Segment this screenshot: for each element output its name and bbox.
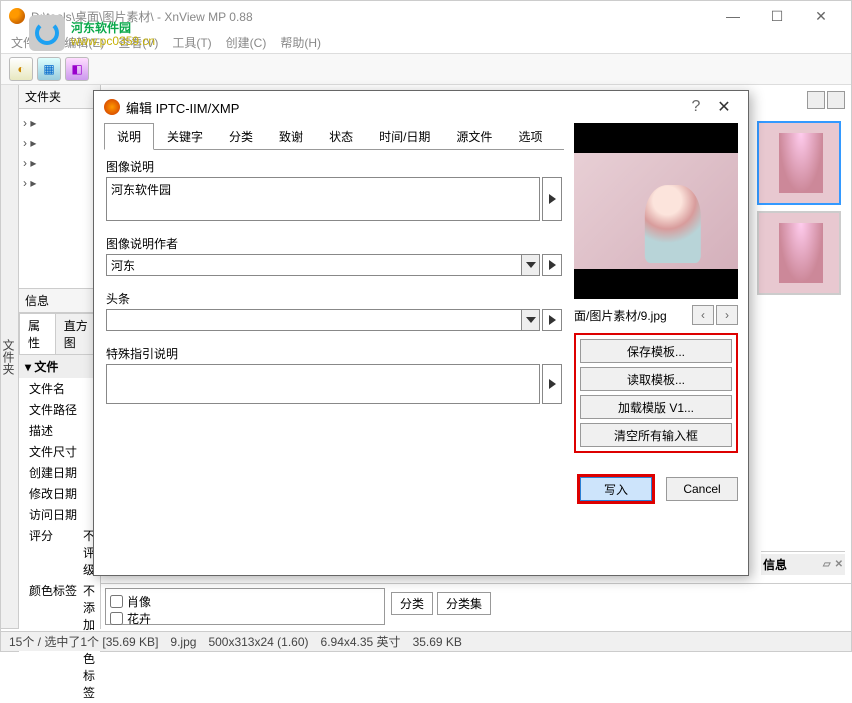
load-template-button[interactable]: 读取模板... xyxy=(580,367,732,391)
label-classify[interactable]: 分类 xyxy=(391,592,433,615)
status-filesize: 35.69 KB xyxy=(413,635,462,649)
iptc-dialog: 编辑 IPTC-IIM/XMP ? ✕ 说明 关键字 分类 致谢 状态 时间/日… xyxy=(93,90,749,576)
tab-categories[interactable]: 分类 xyxy=(216,123,266,150)
cancel-button[interactable]: Cancel xyxy=(666,477,738,501)
label-headline: 头条 xyxy=(106,288,562,309)
file-group-header[interactable]: ▾ 文件 xyxy=(19,355,100,378)
toolbar-icon-2[interactable]: ▦ xyxy=(37,57,61,81)
folders-label: 文件夹 xyxy=(25,88,61,105)
write-button[interactable]: 写入 xyxy=(580,477,652,501)
watermark-url: www.pc0359.cn xyxy=(71,34,155,48)
maximize-button[interactable]: ☐ xyxy=(755,2,799,30)
dock-out-icon[interactable]: ▱ xyxy=(823,559,831,570)
info-key-created: 创建日期 xyxy=(19,464,77,481)
menu-create[interactable]: 创建(C) xyxy=(226,34,267,51)
toolbar-icon-3[interactable]: ◧ xyxy=(65,57,89,81)
prev-image-button[interactable]: ‹ xyxy=(692,305,714,325)
status-dimensions: 500x313x24 (1.60) xyxy=(208,635,308,649)
label-image-caption: 图像说明 xyxy=(106,156,562,177)
close-button[interactable]: ✕ xyxy=(799,2,843,30)
tab-options[interactable]: 选项 xyxy=(505,123,555,150)
dialog-app-icon xyxy=(104,99,120,115)
info-key-filename: 文件名 xyxy=(19,380,77,397)
preview-path: 面/图片素材/9.jpg xyxy=(574,307,690,324)
info-key-accessed: 访问日期 xyxy=(19,506,77,523)
load-template-v1-button[interactable]: 加载模版 V1... xyxy=(580,395,732,419)
info-key-rating: 评分 xyxy=(19,527,77,578)
view-toggle-1[interactable] xyxy=(807,91,825,109)
special-insert-button[interactable] xyxy=(542,364,562,404)
folder-tree[interactable]: › ▸ › ▸ › ▸ › ▸ xyxy=(19,109,100,289)
tab-datetime[interactable]: 时间/日期 xyxy=(366,123,443,150)
watermark: 河东软件园 www.pc0359.cn xyxy=(29,15,155,51)
dialog-title-text: 编辑 IPTC-IIM/XMP xyxy=(126,98,682,117)
toolbar-icon-1[interactable]: ◐ xyxy=(9,57,33,81)
dialog-titlebar: 编辑 IPTC-IIM/XMP ? ✕ xyxy=(94,91,748,123)
menu-tools[interactable]: 工具(T) xyxy=(172,34,211,51)
next-image-button[interactable]: › xyxy=(716,305,738,325)
dock-close-icon[interactable]: ✕ xyxy=(835,559,843,570)
app-icon xyxy=(9,8,25,24)
statusbar: 15个 / 选中了1个 [35.69 KB] 9.jpg 500x313x24 … xyxy=(1,631,851,651)
tab-attributes[interactable]: 属性 xyxy=(19,313,56,354)
label-caption-author: 图像说明作者 xyxy=(106,233,562,254)
input-headline[interactable] xyxy=(106,309,522,331)
label-special: 特殊指引说明 xyxy=(106,343,562,364)
dialog-close-button[interactable]: ✕ xyxy=(710,97,738,117)
info-key-modified: 修改日期 xyxy=(19,485,77,502)
clear-all-button[interactable]: 清空所有输入框 xyxy=(580,423,732,447)
headline-dropdown-button[interactable] xyxy=(522,309,540,331)
template-button-group: 保存模板... 读取模板... 加载模版 V1... 清空所有输入框 xyxy=(574,333,738,453)
minimize-button[interactable]: — xyxy=(711,2,755,30)
input-caption-author[interactable] xyxy=(106,254,522,276)
headline-insert-button[interactable] xyxy=(542,309,562,331)
checkbox-portrait[interactable] xyxy=(110,595,123,608)
keyword-checklist: 肖像 花卉 xyxy=(105,588,385,625)
info-key-size: 文件尺寸 xyxy=(19,443,77,460)
status-selection: 15个 / 选中了1个 [35.69 KB] xyxy=(9,633,158,650)
tab-caption[interactable]: 说明 xyxy=(104,123,154,150)
dialog-tabs: 说明 关键字 分类 致谢 状态 时间/日期 源文件 选项 xyxy=(104,123,564,150)
author-insert-button[interactable] xyxy=(542,254,562,276)
toolbar: ◐ ▦ ◧ xyxy=(1,53,851,85)
status-size-inch: 6.94x4.35 英寸 xyxy=(321,633,401,650)
info-dock-header: 信息 ▱✕ xyxy=(761,554,845,575)
menu-help[interactable]: 帮助(H) xyxy=(280,34,321,51)
tab-credits[interactable]: 致谢 xyxy=(266,123,316,150)
folders-panel-header: 文件夹 xyxy=(19,85,100,109)
input-image-caption[interactable]: 河东软件园 xyxy=(106,177,540,221)
site-logo xyxy=(29,15,65,51)
thumbnail[interactable] xyxy=(757,211,841,295)
info-panel-header: 信息 xyxy=(19,289,100,313)
side-tab-folders[interactable]: 文件夹 xyxy=(0,85,18,629)
info-key-path: 文件路径 xyxy=(19,401,77,418)
tab-keywords[interactable]: 关键字 xyxy=(154,123,216,150)
caption-insert-button[interactable] xyxy=(542,177,562,221)
preview-image xyxy=(574,123,738,299)
info-key-desc: 描述 xyxy=(19,422,77,439)
view-toggles xyxy=(807,91,845,109)
label-classify-set[interactable]: 分类集 xyxy=(437,592,491,615)
checkbox-flower[interactable] xyxy=(110,612,123,625)
author-dropdown-button[interactable] xyxy=(522,254,540,276)
status-filename: 9.jpg xyxy=(170,635,196,649)
thumbnail-selected[interactable] xyxy=(757,121,841,205)
dialog-help-button[interactable]: ? xyxy=(682,98,710,116)
view-toggle-2[interactable] xyxy=(827,91,845,109)
tab-source[interactable]: 源文件 xyxy=(443,123,505,150)
input-special[interactable] xyxy=(106,364,540,404)
side-tabs: 文件夹 收藏夹 分类过滤器 xyxy=(1,85,19,629)
info-label: 信息 xyxy=(25,292,49,309)
save-template-button[interactable]: 保存模板... xyxy=(580,339,732,363)
tab-status[interactable]: 状态 xyxy=(316,123,366,150)
watermark-text: 河东软件园 xyxy=(71,21,131,35)
